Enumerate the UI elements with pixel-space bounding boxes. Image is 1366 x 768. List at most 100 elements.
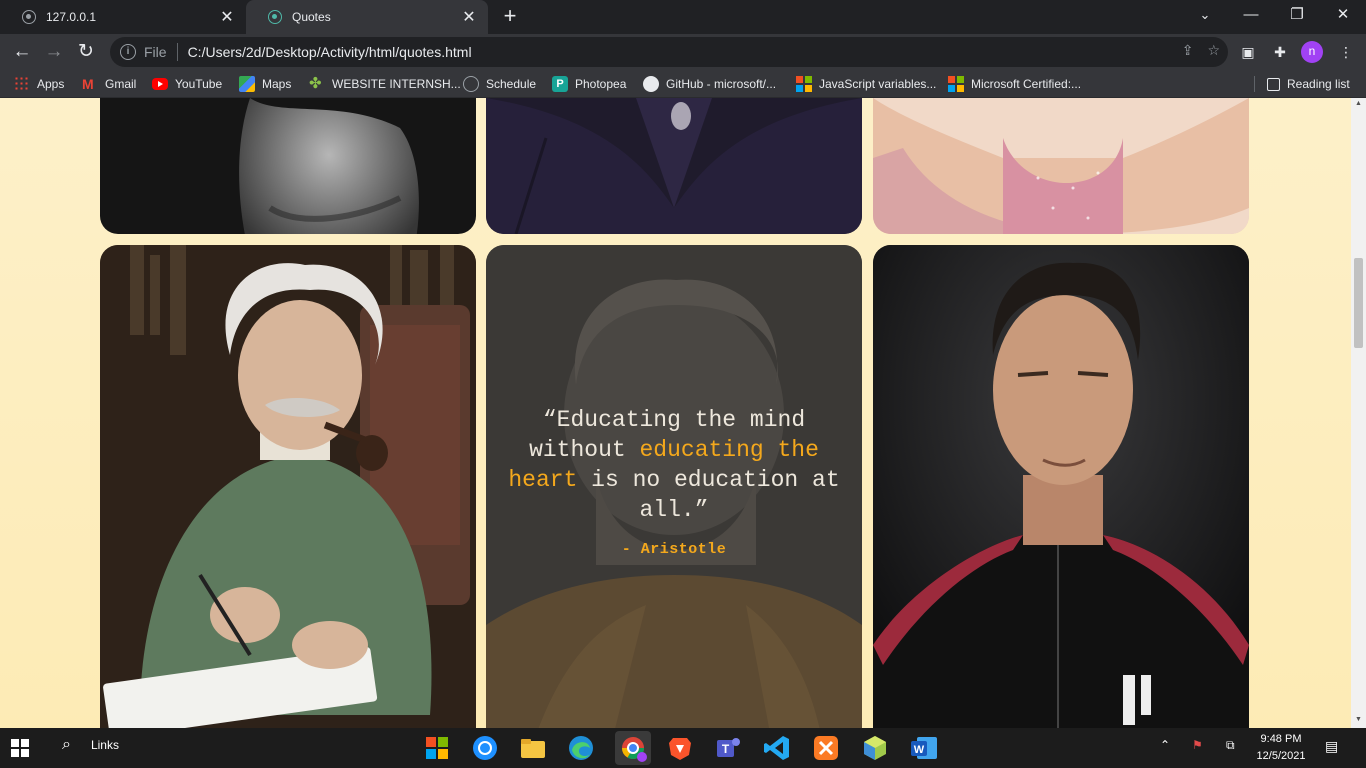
windows-logo-icon [11, 739, 29, 757]
vscode-icon [764, 736, 789, 760]
notifications-icon[interactable]: ▤ [1325, 738, 1338, 755]
card-ronaldo [873, 245, 1249, 728]
taskbar-search-label: Links [90, 738, 119, 752]
xampp-icon [814, 736, 838, 760]
page-scrollbar[interactable]: ▲ ▼ [1351, 98, 1366, 728]
share-icon[interactable]: ⇪ [1182, 42, 1194, 59]
taskbar-app-vscode[interactable] [762, 733, 792, 763]
quote-author: - Aristotle [621, 541, 727, 558]
youtube-icon [152, 78, 168, 90]
microsoft-icon [948, 76, 964, 92]
microsoft-icon [796, 76, 812, 92]
svg-text:W: W [914, 744, 925, 756]
bookmark-youtube[interactable]: YouTube [152, 70, 222, 98]
svg-text:T: T [722, 742, 730, 756]
portrait-image [873, 98, 1249, 234]
reading-list-icon [1267, 77, 1280, 91]
taskbar-search[interactable]: ⌕ Links [62, 736, 119, 754]
minimize-button[interactable]: — [1228, 0, 1274, 32]
edge-icon [569, 736, 593, 760]
scroll-up-arrow[interactable]: ▲ [1354, 100, 1363, 107]
taskbar-app-teams[interactable]: T [713, 733, 743, 763]
taskbar-app-word[interactable]: W [909, 733, 939, 763]
globe-icon [463, 76, 479, 92]
bookmark-apps[interactable]: Apps [14, 70, 64, 98]
bookmark-label: Maps [262, 77, 292, 91]
close-tab-icon[interactable]: ✕ [456, 7, 482, 27]
url-scheme: File [144, 44, 167, 60]
sync-icon [473, 736, 497, 760]
card-top-right [873, 98, 1249, 234]
avatar[interactable]: n [1301, 41, 1323, 63]
taskbar-app-box[interactable] [860, 733, 890, 763]
photopea-icon: P [552, 76, 568, 92]
url-text[interactable]: C:/Users/2d/Desktop/Activity/html/quotes… [188, 44, 472, 60]
taskbar-app-brave[interactable] [665, 733, 695, 763]
bookmark-label: JavaScript variables... [819, 77, 937, 91]
scroll-down-arrow[interactable]: ▼ [1354, 716, 1363, 723]
close-tab-icon[interactable]: ✕ [214, 7, 240, 27]
taskbar-app-windows[interactable] [422, 733, 452, 763]
bookmark-photopea[interactable]: P Photopea [552, 70, 626, 98]
system-clock[interactable]: 9:48 PM 12/5/2021 [1250, 731, 1312, 765]
quote-text-part: is no education at all.” [577, 467, 840, 523]
ronaldo-image [873, 245, 1249, 728]
bookmark-label: GitHub - microsoft/... [666, 77, 777, 91]
menu-icon[interactable]: ⋮ [1334, 40, 1358, 64]
tab-title: 127.0.0.1 [46, 10, 97, 24]
bookmark-gmail[interactable]: M Gmail [82, 70, 136, 98]
device-icon[interactable]: ⧉ [1226, 738, 1235, 753]
tiles-icon [426, 737, 448, 759]
bookmark-microsoft-certified[interactable]: Microsoft Certified:... [948, 70, 1081, 98]
taskbar-app-chrome[interactable] [615, 731, 651, 765]
teams-icon: T [717, 738, 740, 757]
taskbar-app-xampp[interactable] [811, 733, 841, 763]
tab-localhost[interactable]: 127.0.0.1 ✕ [0, 0, 246, 34]
extensions-icon[interactable]: ✚ [1268, 40, 1292, 64]
card-einstein [100, 245, 476, 728]
bookmark-maps[interactable]: Maps [239, 70, 291, 98]
clock-date: 12/5/2021 [1256, 750, 1306, 762]
forward-button[interactable]: → [40, 38, 68, 66]
bookmark-schedule[interactable]: Schedule [463, 70, 536, 98]
info-icon[interactable]: i [120, 44, 136, 60]
card-top-left [100, 98, 476, 234]
divider [176, 43, 178, 61]
clock-time: 9:48 PM [1260, 733, 1302, 745]
taskbar-app-photos[interactable] [470, 733, 500, 763]
tab-title: Quotes [292, 10, 331, 24]
folder-icon [521, 739, 545, 758]
close-window-button[interactable]: ✕ [1320, 0, 1366, 32]
windows-taskbar: ⌕ Links T W ⌃ ⚑ ⧉ 9:48 PM 12/5/2021 ▤ [0, 728, 1366, 768]
tab-quotes[interactable]: Quotes ✕ [246, 0, 488, 34]
tab-strip: 127.0.0.1 ✕ Quotes ✕ + ⌄ — ❐ ✕ [0, 0, 1366, 34]
chevron-up-icon[interactable]: ⌃ [1160, 738, 1170, 752]
acrobat-icon[interactable]: ⚑ [1192, 738, 1203, 752]
reading-list-button[interactable]: Reading list [1267, 70, 1350, 98]
scrollbar-thumb[interactable] [1354, 258, 1363, 348]
bookmark-label: Apps [37, 77, 65, 91]
reload-button[interactable]: ↻ [72, 38, 100, 66]
bookmark-star-icon[interactable]: ☆ [1207, 42, 1220, 59]
card-top-middle [486, 98, 862, 234]
new-tab-button[interactable]: + [498, 4, 522, 28]
divider [1254, 76, 1255, 92]
tab-search-icon[interactable]: ⌄ [1192, 0, 1218, 32]
bookmark-label: Microsoft Certified:... [971, 77, 1082, 91]
reading-mode-icon[interactable]: ▣ [1236, 40, 1260, 64]
bookmark-javascript-variables[interactable]: JavaScript variables... [796, 70, 936, 98]
portrait-image [486, 98, 862, 234]
taskbar-app-explorer[interactable] [518, 733, 548, 763]
restore-button[interactable]: ❐ [1274, 0, 1320, 32]
word-icon: W [911, 737, 937, 759]
address-bar[interactable]: i File C:/Users/2d/Desktop/Activity/html… [110, 37, 1228, 67]
bookmark-github[interactable]: GitHub - microsoft/... [643, 70, 776, 98]
globe-icon [268, 10, 282, 24]
start-button[interactable] [10, 738, 30, 758]
chrome-icon [622, 737, 647, 762]
taskbar-app-edge[interactable] [566, 733, 596, 763]
back-button[interactable]: ← [8, 38, 36, 66]
quote-block: “Educating the mind without educating th… [486, 405, 862, 558]
bookmark-website-internship[interactable]: ✤ WEBSITE INTERNSH... [309, 70, 461, 98]
einstein-image [100, 245, 476, 728]
